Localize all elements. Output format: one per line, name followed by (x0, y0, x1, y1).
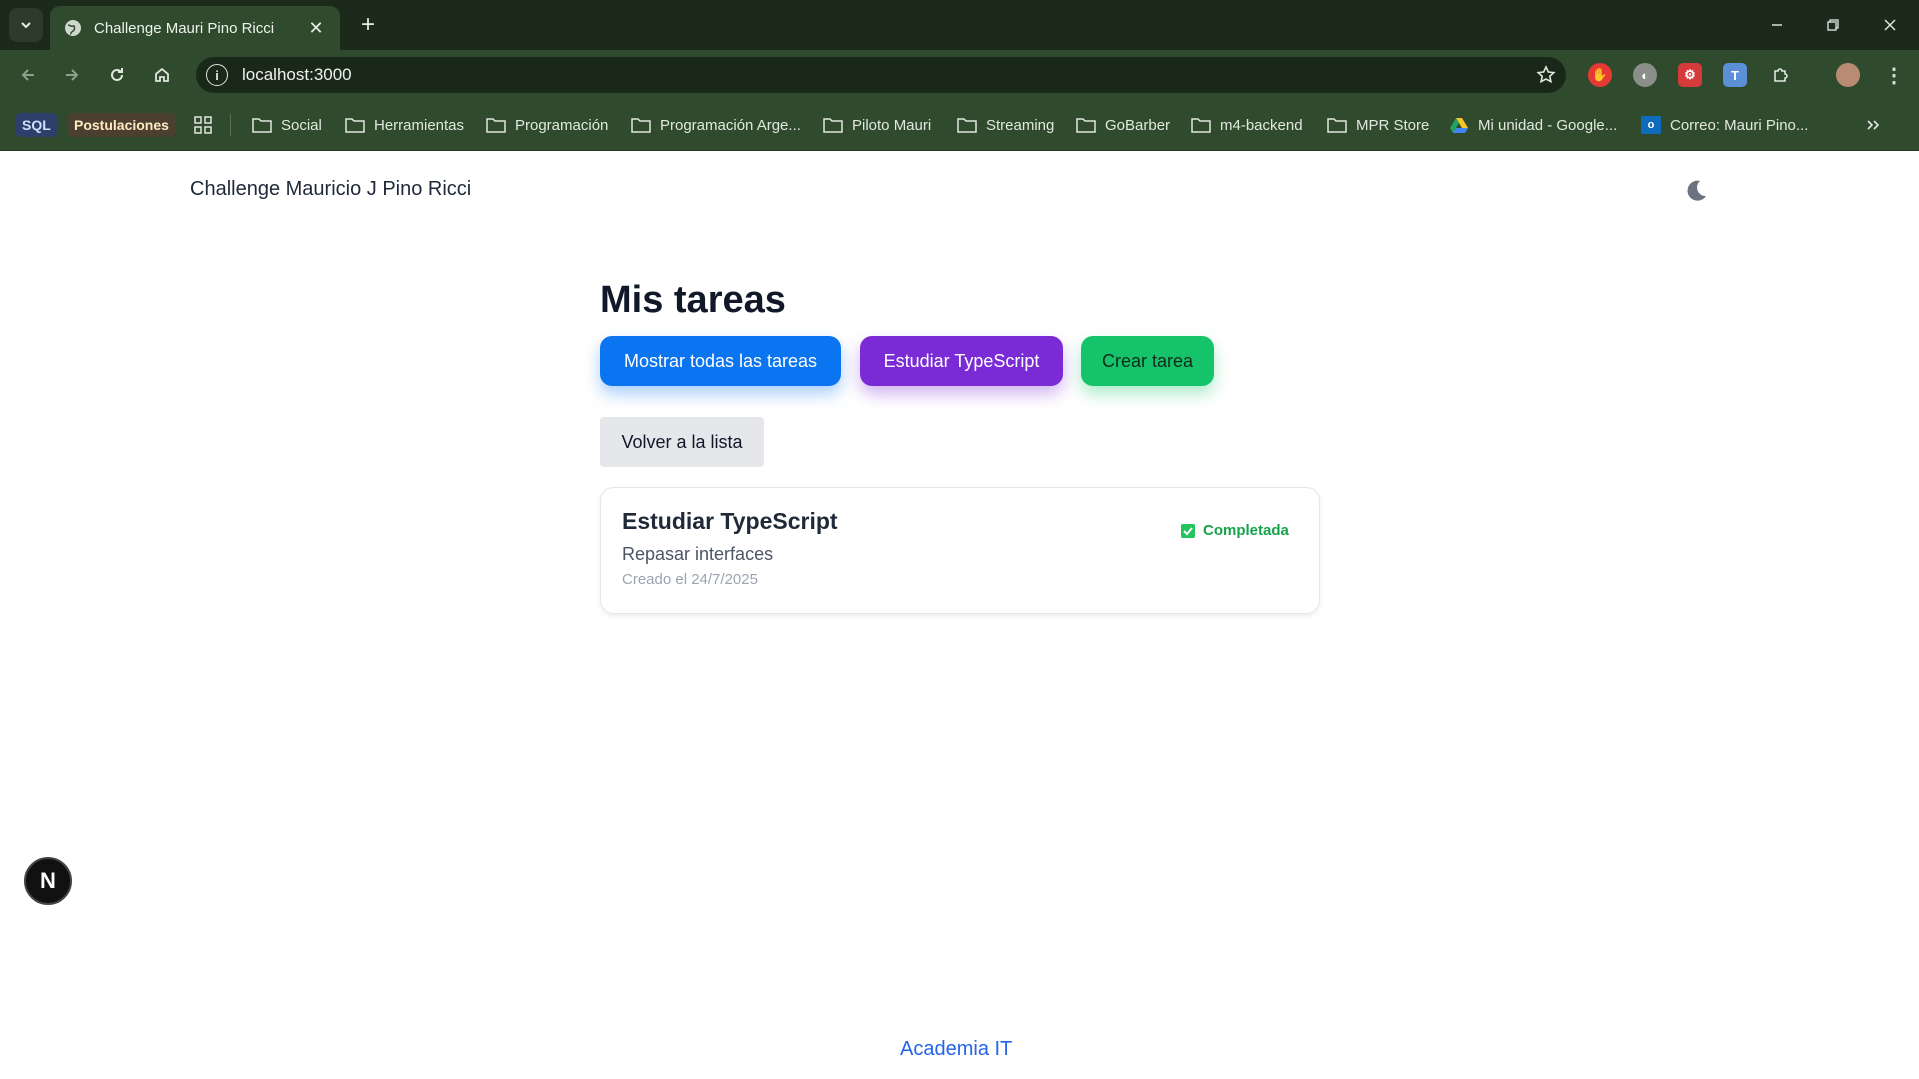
folder-icon (345, 118, 365, 133)
folder-icon (631, 118, 651, 133)
page-heading: Mis tareas (600, 279, 786, 321)
folder-icon (1191, 118, 1211, 133)
show-all-tasks-button[interactable]: Mostrar todas las tareas (600, 336, 841, 386)
bookmark-sql[interactable]: SQL (15, 112, 58, 138)
folder-icon (1076, 118, 1096, 133)
bookmark-label: GoBarber (1105, 116, 1171, 134)
postulaciones-label: Postulaciones (67, 113, 176, 137)
arrow-left-icon (21, 69, 34, 81)
checkbox-checked-icon (1181, 523, 1195, 538)
menu-kebab-icon[interactable]: ⋮ (1882, 63, 1906, 87)
close-tab-icon[interactable]: ✕ (306, 18, 326, 39)
bookmark-outlook-mail[interactable]: o Correo: Mauri Pino... (1641, 112, 1808, 138)
folder-icon (252, 118, 272, 133)
browser-tab[interactable]: Challenge Mauri Pino Ricci ✕ (50, 6, 340, 50)
bookmark-label: m4-backend (1220, 116, 1303, 134)
browser-toolbar: i localhost:3000 ✋ ◐ ⚙ T ⋮ (0, 50, 1919, 100)
dark-mode-toggle-moon-icon[interactable] (1683, 178, 1709, 204)
footer-link-academia[interactable]: Academia IT (900, 1038, 1012, 1061)
bookmark-folder-programacion-arge[interactable]: Programación Arge... (631, 112, 801, 138)
bookmark-folder-programacion[interactable]: Programación (486, 112, 608, 138)
reload-icon (111, 68, 123, 81)
bookmark-folder-gobarber[interactable]: GoBarber (1076, 112, 1170, 138)
bookmark-star-icon[interactable] (1526, 65, 1566, 85)
sql-label: SQL (15, 113, 58, 137)
minimize-icon (1772, 24, 1782, 26)
task-card[interactable]: Estudiar TypeScript Repasar interfaces C… (600, 487, 1320, 614)
extension-translate-icon[interactable]: T (1723, 63, 1747, 87)
extension-tool-icon[interactable]: ⚙ (1678, 63, 1702, 87)
bookmarks-bar: SQL Postulaciones Social Herramientas Pr… (0, 100, 1919, 151)
bookmark-label: Correo: Mauri Pino... (1670, 116, 1809, 134)
google-drive-icon (1450, 118, 1468, 133)
bookmark-folder-piloto-mauri[interactable]: Piloto Mauri (823, 112, 931, 138)
back-to-list-button[interactable]: Volver a la lista (600, 417, 764, 467)
bookmark-label: Streaming (986, 116, 1055, 134)
url-text: localhost:3000 (242, 65, 352, 84)
bookmark-folder-mpr-store[interactable]: MPR Store (1327, 112, 1429, 138)
close-window-button[interactable] (1862, 0, 1918, 50)
close-icon (1884, 19, 1896, 31)
folder-icon (486, 118, 506, 133)
bookmark-label: Herramientas (374, 116, 465, 134)
extension-shield-icon[interactable]: ◐ (1633, 63, 1657, 87)
extensions-puzzle-icon[interactable] (1769, 63, 1793, 87)
task-title: Estudiar TypeScript (622, 508, 838, 534)
bookmark-label: Social (281, 116, 322, 134)
status-label: Completada (1203, 522, 1289, 539)
chevron-down-icon (21, 22, 31, 29)
tab-title: Challenge Mauri Pino Ricci (94, 19, 275, 37)
page-content: Challenge Mauricio J Pino Ricci Mis tare… (0, 151, 1919, 1079)
bookmark-label: Programación Arge... (660, 116, 801, 134)
bookmark-label: Mi unidad - Google... (1478, 116, 1618, 134)
task-created-date: Creado el 24/7/2025 (622, 571, 758, 588)
restore-button[interactable] (1805, 0, 1861, 50)
globe-icon (65, 20, 81, 36)
folder-icon (957, 118, 977, 133)
nextjs-dev-badge[interactable]: N (24, 857, 72, 905)
bookmark-folder-streaming[interactable]: Streaming (957, 112, 1054, 138)
folder-icon (823, 118, 843, 133)
back-button[interactable] (12, 59, 44, 91)
apps-grid-icon[interactable] (193, 112, 213, 138)
tab-search-button[interactable] (9, 8, 43, 42)
bookmark-label: MPR Store (1356, 116, 1430, 134)
bookmark-label: Programación (515, 116, 609, 134)
status-badge: Completada (1180, 522, 1289, 539)
bookmark-google-drive[interactable]: Mi unidad - Google... (1449, 112, 1617, 138)
task-description: Repasar interfaces (622, 544, 774, 564)
forward-button[interactable] (56, 59, 88, 91)
browser-titlebar: Challenge Mauri Pino Ricci ✕ + (0, 0, 1919, 50)
address-bar[interactable]: i localhost:3000 (196, 57, 1566, 93)
more-bookmarks-icon[interactable] (1865, 112, 1881, 138)
reload-button[interactable] (101, 59, 133, 91)
arrow-right-icon (66, 69, 79, 81)
site-title: Challenge Mauricio J Pino Ricci (190, 178, 472, 200)
site-info-icon[interactable]: i (206, 64, 228, 86)
bookmark-folder-m4-backend[interactable]: m4-backend (1191, 112, 1303, 138)
bookmark-folder-herramientas[interactable]: Herramientas (345, 112, 464, 138)
home-button[interactable] (146, 59, 178, 91)
bookmark-postulaciones[interactable]: Postulaciones (67, 112, 176, 138)
home-icon (155, 67, 169, 82)
new-tab-button[interactable]: + (354, 11, 382, 39)
filter-typescript-button[interactable]: Estudiar TypeScript (860, 336, 1063, 386)
minimize-button[interactable] (1749, 0, 1805, 50)
folder-icon (1327, 118, 1347, 133)
profile-avatar[interactable] (1836, 63, 1860, 87)
bookmarks-divider (230, 114, 231, 136)
create-task-button[interactable]: Crear tarea (1081, 336, 1214, 386)
restore-icon (1827, 19, 1839, 31)
outlook-icon: o (1641, 116, 1661, 134)
bookmark-label: Piloto Mauri (852, 116, 932, 134)
extension-adblock-icon[interactable]: ✋ (1588, 63, 1612, 87)
bookmark-folder-social[interactable]: Social (252, 112, 322, 138)
